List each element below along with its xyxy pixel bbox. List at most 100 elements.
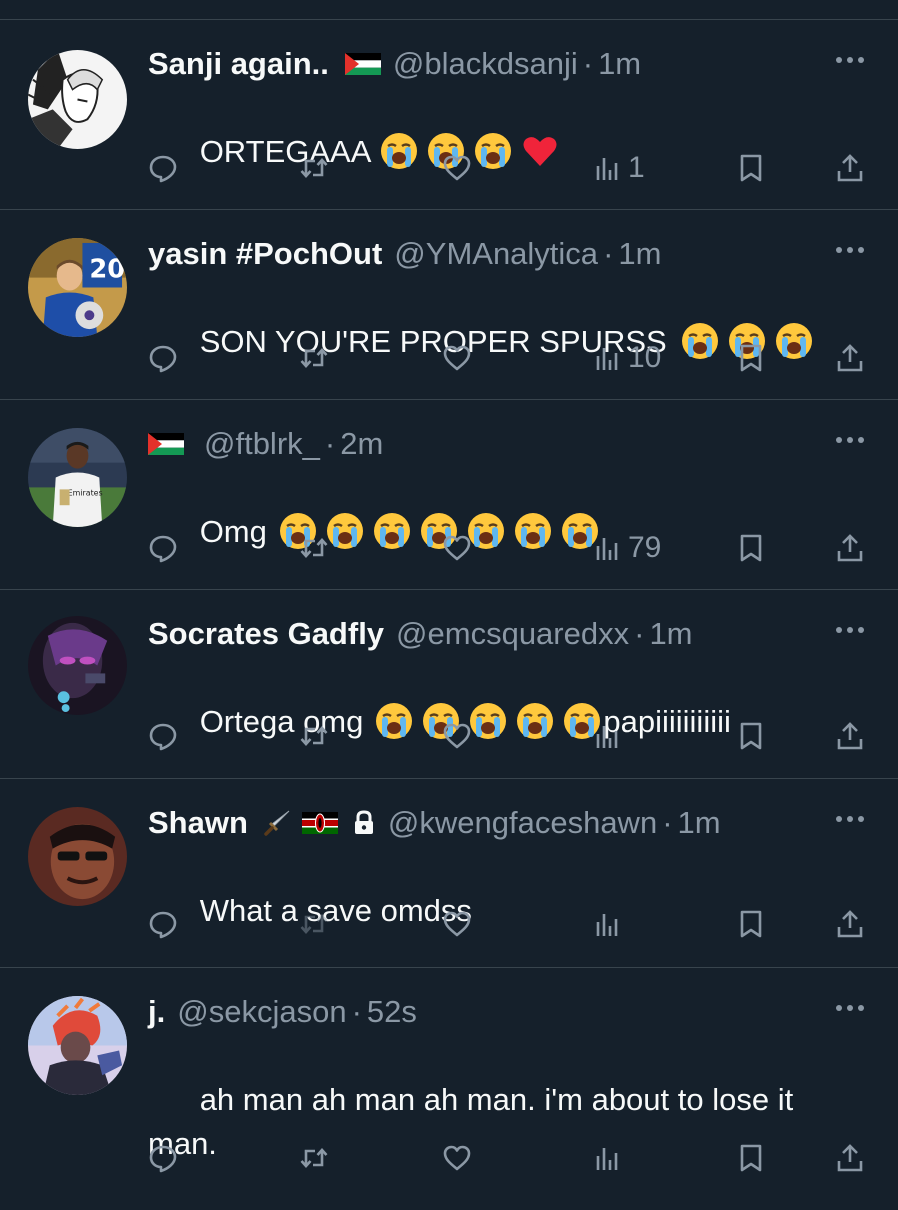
avatar[interactable]: [28, 50, 127, 149]
reply-button[interactable]: [147, 904, 179, 944]
like-button[interactable]: [441, 528, 473, 568]
tweet-actions: [0, 716, 898, 756]
separator-dot: ·: [582, 46, 594, 81]
views-count: 10: [628, 341, 662, 374]
share-button[interactable]: [834, 148, 866, 188]
handle[interactable]: @sekcjason: [177, 994, 346, 1030]
share-button[interactable]: [834, 338, 866, 378]
share-button[interactable]: [834, 1138, 866, 1178]
reply-button[interactable]: [147, 716, 179, 756]
tweet[interactable]: Socrates Gadfly @emcsquaredxx · 1m Orteg…: [0, 590, 898, 779]
more-options-icon[interactable]: [832, 807, 868, 831]
retweet-button[interactable]: [298, 338, 330, 378]
svg-text:20: 20: [89, 255, 125, 285]
retweet-button[interactable]: [298, 1138, 330, 1178]
reply-feed: Sanji again.. @blackdsanji · 1m ORTEGAAA…: [0, 0, 898, 1200]
share-button[interactable]: [834, 716, 866, 756]
share-button[interactable]: [834, 904, 866, 944]
views-count: 79: [628, 531, 662, 564]
tweet-header: Shawn @kwengfaceshawn · 1m: [148, 803, 721, 843]
tweet-header: Sanji again.. @blackdsanji · 1m: [148, 44, 641, 84]
tweet-actions: 10: [0, 338, 898, 378]
separator-dot: ·: [351, 994, 362, 1029]
tweet[interactable]: j. @sekcjason · 52s ah man ah man ah man…: [0, 968, 898, 1200]
bookmark-button[interactable]: [735, 148, 767, 188]
views-button[interactable]: [592, 716, 628, 756]
like-button[interactable]: [441, 338, 473, 378]
bookmark-button[interactable]: [735, 1138, 767, 1178]
views-button[interactable]: 10: [592, 338, 661, 378]
retweet-button[interactable]: [298, 716, 330, 756]
bookmark-button[interactable]: [735, 716, 767, 756]
avatar[interactable]: Emirates: [28, 428, 127, 527]
separator-dot: ·: [603, 236, 614, 271]
timestamp[interactable]: 2m: [340, 426, 383, 462]
reply-button[interactable]: [147, 148, 179, 188]
tweet[interactable]: 20 yasin #PochOut @YMAnalytica · 1m SON …: [0, 210, 898, 400]
avatar[interactable]: [28, 996, 127, 1095]
separator-dot: ·: [662, 805, 673, 840]
bookmark-button[interactable]: [735, 338, 767, 378]
bookmark-button[interactable]: [735, 528, 767, 568]
timestamp[interactable]: 1m: [678, 805, 721, 841]
timestamp[interactable]: 52s: [367, 994, 417, 1030]
more-options-icon[interactable]: [832, 48, 868, 72]
avatar[interactable]: [28, 807, 127, 906]
display-name[interactable]: yasin #PochOut: [148, 236, 382, 272]
tweet[interactable]: Emirates @ftblrk_ · 2m Omg 79: [0, 400, 898, 590]
reply-button[interactable]: [147, 528, 179, 568]
like-button[interactable]: [441, 1138, 473, 1178]
like-button[interactable]: [441, 904, 473, 944]
tweet[interactable]: Shawn @kwengfaceshawn · 1m What a save o…: [0, 779, 898, 968]
tweet-header: Socrates Gadfly @emcsquaredxx · 1m: [148, 614, 693, 654]
tweet[interactable]: Sanji again.. @blackdsanji · 1m ORTEGAAA…: [0, 20, 898, 210]
lock-icon: [352, 810, 376, 836]
more-options-icon[interactable]: [832, 238, 868, 262]
views-button[interactable]: [592, 1138, 628, 1178]
handle[interactable]: @YMAnalytica: [394, 236, 598, 272]
tweet-actions: 79: [0, 528, 898, 568]
bookmark-button[interactable]: [735, 904, 767, 944]
handle[interactable]: @kwengfaceshawn: [388, 805, 657, 841]
share-button[interactable]: [834, 528, 866, 568]
tweet-text: ah man ah man ah man. i'm about to lose …: [148, 1034, 838, 1210]
display-name[interactable]: Sanji again..: [148, 46, 329, 82]
handle[interactable]: @ftblrk_: [204, 426, 320, 462]
like-button[interactable]: [441, 716, 473, 756]
tweet-header: @ftblrk_ · 2m: [148, 424, 383, 464]
views-count: 1: [628, 151, 645, 184]
retweet-button[interactable]: [298, 528, 330, 568]
palestine-flag-icon: [344, 53, 381, 75]
avatar[interactable]: 20: [28, 238, 127, 337]
tweet-actions: [0, 904, 898, 944]
reply-button[interactable]: [147, 1138, 179, 1178]
tweet-actions: 1: [0, 148, 898, 188]
more-options-icon[interactable]: [832, 996, 868, 1020]
more-options-icon[interactable]: [832, 428, 868, 452]
views-button[interactable]: 79: [592, 528, 661, 568]
kenya-flag-icon: [301, 812, 338, 834]
views-button[interactable]: [592, 904, 628, 944]
timestamp[interactable]: 1m: [649, 616, 692, 652]
tweet-header: j. @sekcjason · 52s: [148, 992, 417, 1032]
views-button[interactable]: 1: [592, 148, 645, 188]
display-name[interactable]: Shawn: [148, 805, 248, 841]
tweet-actions: [0, 1138, 898, 1178]
reply-button[interactable]: [147, 338, 179, 378]
palestine-flag-icon: [148, 433, 184, 455]
like-button[interactable]: [441, 148, 473, 188]
dagger-icon: [262, 808, 292, 838]
more-options-icon[interactable]: [832, 618, 868, 642]
timestamp[interactable]: 1m: [598, 46, 641, 82]
tweet-header: yasin #PochOut @YMAnalytica · 1m: [148, 234, 661, 274]
handle[interactable]: @blackdsanji: [393, 46, 578, 82]
avatar[interactable]: [28, 616, 127, 715]
timestamp[interactable]: 1m: [618, 236, 661, 272]
display-name[interactable]: Socrates Gadfly: [148, 616, 384, 652]
separator-dot: ·: [324, 426, 336, 461]
retweet-button: [298, 904, 330, 944]
handle[interactable]: @emcsquaredxx: [396, 616, 629, 652]
display-name[interactable]: j.: [148, 994, 165, 1030]
retweet-button[interactable]: [298, 148, 330, 188]
separator-dot: ·: [634, 616, 645, 651]
